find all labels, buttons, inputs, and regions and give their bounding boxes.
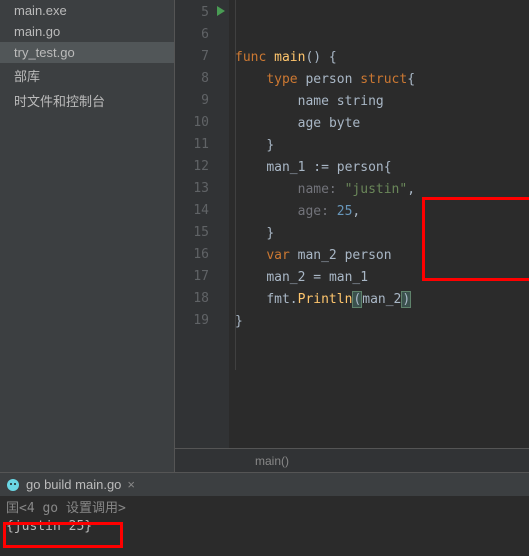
line-number: 8 bbox=[175, 68, 229, 90]
line-number: 6 bbox=[175, 24, 229, 46]
line-number: 18 bbox=[175, 288, 229, 310]
code-line[interactable]: } bbox=[235, 135, 529, 157]
code-line[interactable]: man_1 := person{ bbox=[235, 157, 529, 179]
line-number: 5 bbox=[175, 2, 229, 24]
console-stdout: {justin 25} bbox=[6, 518, 523, 536]
sidebar-item[interactable]: main.go bbox=[0, 21, 174, 42]
line-number: 15 bbox=[175, 222, 229, 244]
code-area[interactable]: func main() { type person struct{ name s… bbox=[229, 0, 529, 448]
line-number: 14 bbox=[175, 200, 229, 222]
code-line[interactable]: man_2 = man_1 bbox=[235, 267, 529, 289]
line-number: 12 bbox=[175, 156, 229, 178]
file-tree: main.exemain.gotry_test.go部库时文件和控制台 bbox=[0, 0, 175, 472]
line-gutter: 5678910111213141516171819 bbox=[175, 0, 229, 448]
code-line[interactable]: type person struct{ bbox=[235, 69, 529, 91]
console-toolbar[interactable]: 囯<4 go 设置调用> bbox=[6, 500, 523, 518]
code-line[interactable]: var man_2 person bbox=[235, 245, 529, 267]
line-number: 16 bbox=[175, 244, 229, 266]
sidebar-item[interactable]: 时文件和控制台 bbox=[0, 88, 174, 113]
console-output[interactable]: 囯<4 go 设置调用> {justin 25} bbox=[0, 496, 529, 556]
line-number: 13 bbox=[175, 178, 229, 200]
code-line[interactable]: name string bbox=[235, 91, 529, 113]
code-line[interactable]: func main() { bbox=[235, 47, 529, 69]
code-line[interactable]: age byte bbox=[235, 113, 529, 135]
sidebar-item[interactable]: 部库 bbox=[0, 63, 174, 88]
code-line[interactable] bbox=[235, 355, 529, 377]
line-number: 9 bbox=[175, 90, 229, 112]
code-line[interactable]: name: "justin", bbox=[235, 179, 529, 201]
code-line[interactable]: age: 25, bbox=[235, 201, 529, 223]
code-editor[interactable]: 5678910111213141516171819 func main() { … bbox=[175, 0, 529, 448]
line-number: 11 bbox=[175, 134, 229, 156]
run-gutter-icon[interactable] bbox=[217, 6, 225, 16]
line-number: 7 bbox=[175, 46, 229, 68]
run-config-label: go build main.go bbox=[26, 477, 121, 492]
code-line[interactable]: } bbox=[235, 311, 529, 333]
go-icon bbox=[6, 478, 20, 492]
close-icon[interactable]: × bbox=[127, 477, 135, 492]
code-line[interactable]: } bbox=[235, 223, 529, 245]
line-number: 19 bbox=[175, 310, 229, 332]
line-number: 10 bbox=[175, 112, 229, 134]
breadcrumb[interactable]: main() bbox=[175, 448, 529, 472]
code-line[interactable]: fmt.Println(man_2) bbox=[235, 289, 529, 311]
code-line[interactable] bbox=[235, 333, 529, 355]
line-number: 17 bbox=[175, 266, 229, 288]
run-config-tab[interactable]: go build main.go × bbox=[0, 472, 529, 496]
sidebar-item[interactable]: try_test.go bbox=[0, 42, 174, 63]
sidebar-item[interactable]: main.exe bbox=[0, 0, 174, 21]
